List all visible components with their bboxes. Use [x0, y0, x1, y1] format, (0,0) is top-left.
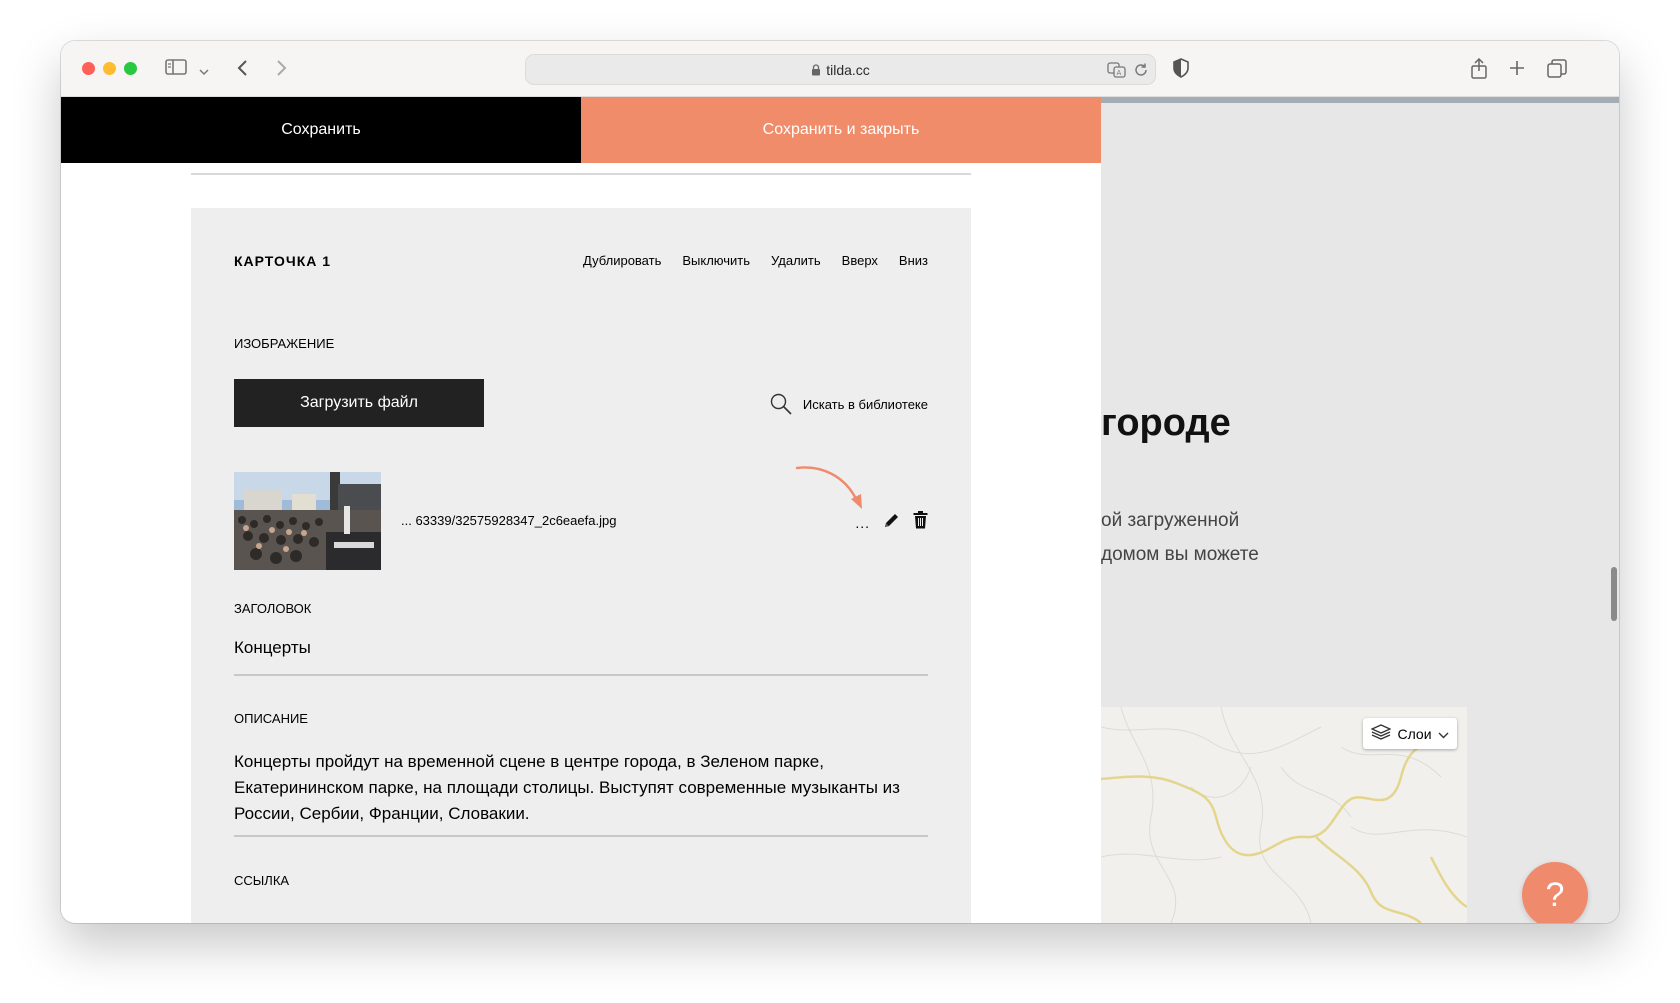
- translate-icon[interactable]: A: [1107, 62, 1127, 83]
- page-preview: городе ой загруженной домом вы можете Сл…: [1101, 97, 1619, 923]
- save-and-close-button[interactable]: Сохранить и закрыть: [581, 97, 1101, 163]
- title-section-label: ЗАГОЛОВОК: [234, 601, 312, 616]
- image-thumbnail: [234, 472, 381, 570]
- title-input-underline: [234, 674, 928, 676]
- move-up-link[interactable]: Вверх: [842, 253, 878, 268]
- divider: [191, 173, 971, 175]
- new-tab-plus-icon[interactable]: [1508, 59, 1526, 82]
- preview-heading: городе: [1101, 402, 1231, 444]
- annotation-arrow-icon: [795, 463, 865, 516]
- browser-window: tilda.cc A Сохранить Сохранить и закрыть: [61, 41, 1619, 923]
- trash-icon[interactable]: [913, 511, 928, 534]
- lock-icon: [811, 63, 821, 79]
- help-button[interactable]: ?: [1522, 862, 1588, 923]
- map-layers-label: Слои: [1397, 725, 1432, 742]
- privacy-shield-icon[interactable]: [1172, 58, 1190, 83]
- url-text: tilda.cc: [826, 62, 870, 78]
- edit-pencil-icon[interactable]: [883, 512, 900, 534]
- save-button[interactable]: Сохранить: [61, 97, 581, 163]
- delete-link[interactable]: Удалить: [771, 253, 821, 268]
- description-input[interactable]: Концерты пройдут на временной сцене в це…: [234, 749, 928, 827]
- address-bar[interactable]: tilda.cc A: [525, 54, 1156, 85]
- svg-text:A: A: [1117, 69, 1122, 77]
- browser-toolbar: tilda.cc A: [61, 41, 1619, 97]
- more-options-icon[interactable]: ...: [855, 516, 870, 530]
- description-input-underline: [234, 835, 928, 837]
- card-title: КАРТОЧКА 1: [234, 253, 332, 269]
- chevron-down-icon: [1438, 726, 1449, 742]
- preview-text-line-2: домом вы можете: [1101, 544, 1259, 565]
- share-icon[interactable]: [1470, 57, 1488, 85]
- editor-panel: Сохранить Сохранить и закрыть КАРТОЧКА 1…: [61, 97, 1101, 923]
- reload-icon[interactable]: [1133, 62, 1149, 83]
- layers-icon: [1370, 724, 1393, 743]
- duplicate-link[interactable]: Дублировать: [583, 253, 661, 268]
- card-editor: КАРТОЧКА 1 Дублировать Выключить Удалить…: [191, 208, 971, 923]
- address-text: tilda.cc: [526, 62, 1155, 79]
- map-widget[interactable]: Слои: [1101, 707, 1467, 923]
- page-content: Сохранить Сохранить и закрыть КАРТОЧКА 1…: [61, 97, 1619, 923]
- forward-arrow-icon[interactable]: [274, 58, 288, 83]
- preview-text: ой загруженной домом вы можете: [1101, 504, 1259, 572]
- search-library-label: Искать в библиотеке: [802, 396, 928, 412]
- search-library-link[interactable]: Искать в библиотеке: [769, 392, 928, 416]
- title-input[interactable]: Концерты: [234, 638, 311, 658]
- zoom-window-button[interactable]: [124, 62, 137, 75]
- file-name: ... 63339/32575928347_2c6eaefa.jpg: [401, 513, 617, 528]
- image-section-label: ИЗОБРАЖЕНИЕ: [234, 336, 335, 351]
- preview-top-image: [1101, 97, 1619, 103]
- map-layers-button[interactable]: Слои: [1363, 718, 1457, 749]
- card-actions: Дублировать Выключить Удалить Вверх Вниз: [583, 253, 928, 268]
- move-down-link[interactable]: Вниз: [899, 253, 928, 268]
- description-section-label: ОПИСАНИЕ: [234, 711, 308, 726]
- upload-file-button[interactable]: Загрузить файл: [234, 379, 484, 427]
- disable-link[interactable]: Выключить: [682, 253, 750, 268]
- link-section-label: ССЫЛКА: [234, 873, 290, 888]
- tab-overview-icon[interactable]: [1547, 59, 1567, 84]
- back-arrow-icon[interactable]: [236, 58, 250, 83]
- sidebar-icon[interactable]: [165, 58, 187, 81]
- search-icon: [769, 392, 793, 416]
- file-tools: ...: [855, 511, 928, 534]
- page-scrollbar[interactable]: [1611, 567, 1617, 621]
- close-window-button[interactable]: [82, 62, 95, 75]
- chevron-down-icon[interactable]: [199, 63, 209, 81]
- minimize-window-button[interactable]: [103, 62, 116, 75]
- preview-text-line-1: ой загруженной: [1101, 510, 1240, 531]
